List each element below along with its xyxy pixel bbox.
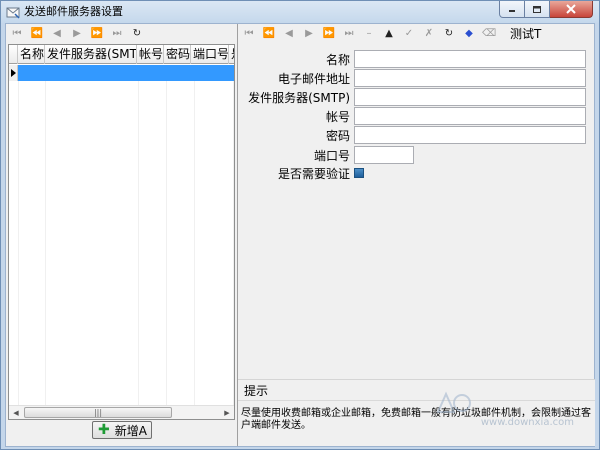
delete-icon[interactable]: ✗ — [422, 27, 436, 41]
column-header-account[interactable]: 帐号 — [137, 45, 164, 64]
name-label: 名称 — [325, 52, 350, 67]
close-button[interactable] — [550, 1, 593, 18]
hint-title: 提示 — [244, 384, 269, 398]
current-row-arrow-icon — [10, 69, 16, 77]
next-icon[interactable]: ▶ — [70, 27, 84, 41]
grid-header: 名称 发件服务器(SMTP) 帐号 密码 端口号 是 — [9, 45, 234, 64]
tag-icon[interactable]: ◆ — [462, 27, 476, 41]
close-icon — [566, 4, 576, 14]
row-header-corner — [9, 45, 18, 64]
plus-icon: ✚ — [98, 422, 110, 438]
scroll-left-icon[interactable]: ◀ — [9, 406, 23, 419]
password-input[interactable] — [354, 126, 586, 144]
watermark: www.downxia.com — [434, 390, 574, 430]
next-page-icon[interactable]: ⏩ — [90, 27, 104, 41]
window-title: 发送邮件服务器设置 — [24, 5, 123, 18]
column-header-name[interactable]: 名称 — [18, 45, 45, 64]
clear-icon[interactable]: ⌫ — [482, 27, 496, 41]
test-button[interactable]: 测试T — [510, 27, 541, 41]
server-grid[interactable]: 名称 发件服务器(SMTP) 帐号 密码 端口号 是 — [8, 44, 235, 420]
last-icon[interactable]: ⏭ — [110, 27, 124, 41]
auth-checkbox[interactable] — [354, 168, 364, 178]
client-area: ⏮ ⏪ ◀ ▶ ⏩ ⏭ ↻ 名称 发件服务器(SMTP) 帐号 密码 端口号 是 — [5, 23, 595, 447]
column-header-auth[interactable]: 是 — [229, 45, 234, 64]
horizontal-scrollbar[interactable]: ◀ ||| ▶ — [9, 405, 234, 419]
title-bar[interactable]: 发送邮件服务器设置 — [1, 1, 599, 23]
server-list-pane: ⏮ ⏪ ◀ ▶ ⏩ ⏭ ↻ 名称 发件服务器(SMTP) 帐号 密码 端口号 是 — [6, 24, 237, 446]
account-label: 帐号 — [325, 109, 350, 124]
name-row: 名称 — [238, 50, 586, 68]
account-input[interactable] — [354, 107, 586, 125]
main-window: 发送邮件服务器设置 ⏮ ⏪ ◀ ▶ ⏩ ⏭ ↻ 名称 发件服务器(SMT 帐号 … — [0, 0, 600, 450]
auth-row: 是否需要验证 — [238, 164, 364, 182]
list-toolbar: ⏮ ⏪ ◀ ▶ ⏩ ⏭ ↻ — [6, 24, 150, 44]
name-input[interactable] — [354, 50, 586, 68]
watermark-logo-icon — [436, 391, 471, 413]
selected-row-cells[interactable] — [18, 65, 234, 81]
next-icon[interactable]: ▶ — [302, 27, 316, 41]
add-button-label: 新增A — [114, 423, 147, 438]
smtp-row: 发件服务器(SMTP) — [238, 88, 586, 106]
watermark-text: www.downxia.com — [480, 417, 574, 428]
server-detail-pane: ⏮ ⏪ ◀ ▶ ⏩ ⏭ – ▲ ✓ ✗ ↻ ◆ ⌫ 测试T 名称 电子邮件地址 — [237, 24, 595, 446]
port-input[interactable] — [354, 146, 414, 164]
email-row: 电子邮件地址 — [238, 69, 586, 87]
prev-icon[interactable]: ◀ — [282, 27, 296, 41]
prev-page-icon[interactable]: ⏪ — [30, 27, 44, 41]
maximize-button[interactable] — [525, 1, 550, 18]
detail-toolbar: ⏮ ⏪ ◀ ▶ ⏩ ⏭ – ▲ ✓ ✗ ↻ ◆ ⌫ 测试T — [238, 24, 542, 44]
column-header-smtp[interactable]: 发件服务器(SMTP) — [45, 45, 137, 64]
refresh-icon[interactable]: ↻ — [130, 27, 144, 41]
port-row: 端口号 — [238, 146, 414, 164]
last-icon[interactable]: ⏭ — [342, 27, 356, 41]
check-icon[interactable]: ✓ — [402, 27, 416, 41]
add-server-button[interactable]: ✚ 新增A — [92, 421, 152, 439]
scroll-right-icon[interactable]: ▶ — [220, 406, 234, 419]
smtp-label: 发件服务器(SMTP) — [248, 90, 350, 105]
password-label: 密码 — [325, 128, 350, 143]
port-label: 端口号 — [313, 148, 350, 163]
mail-app-icon — [6, 7, 20, 19]
scrollbar-thumb[interactable]: ||| — [24, 407, 172, 418]
first-icon[interactable]: ⏮ — [10, 27, 24, 41]
table-row[interactable] — [9, 65, 234, 81]
email-label: 电子邮件地址 — [277, 71, 350, 86]
first-icon[interactable]: ⏮ — [242, 27, 256, 41]
minimize-button[interactable] — [499, 1, 525, 18]
prev-page-icon[interactable]: ⏪ — [262, 27, 276, 41]
account-row: 帐号 — [238, 107, 586, 125]
maximize-icon — [533, 5, 541, 13]
refresh-icon[interactable]: ↻ — [442, 27, 456, 41]
triangle-up-icon[interactable]: ▲ — [382, 27, 396, 41]
minus-icon[interactable]: – — [362, 27, 376, 41]
email-input[interactable] — [354, 69, 586, 87]
auth-label: 是否需要验证 — [277, 166, 350, 181]
smtp-input[interactable] — [354, 88, 586, 106]
column-header-port[interactable]: 端口号 — [191, 45, 229, 64]
row-indicator — [9, 65, 18, 81]
prev-icon[interactable]: ◀ — [50, 27, 64, 41]
password-row: 密码 — [238, 126, 586, 144]
minimize-icon — [509, 10, 515, 12]
column-header-password[interactable]: 密码 — [164, 45, 191, 64]
next-page-icon[interactable]: ⏩ — [322, 27, 336, 41]
